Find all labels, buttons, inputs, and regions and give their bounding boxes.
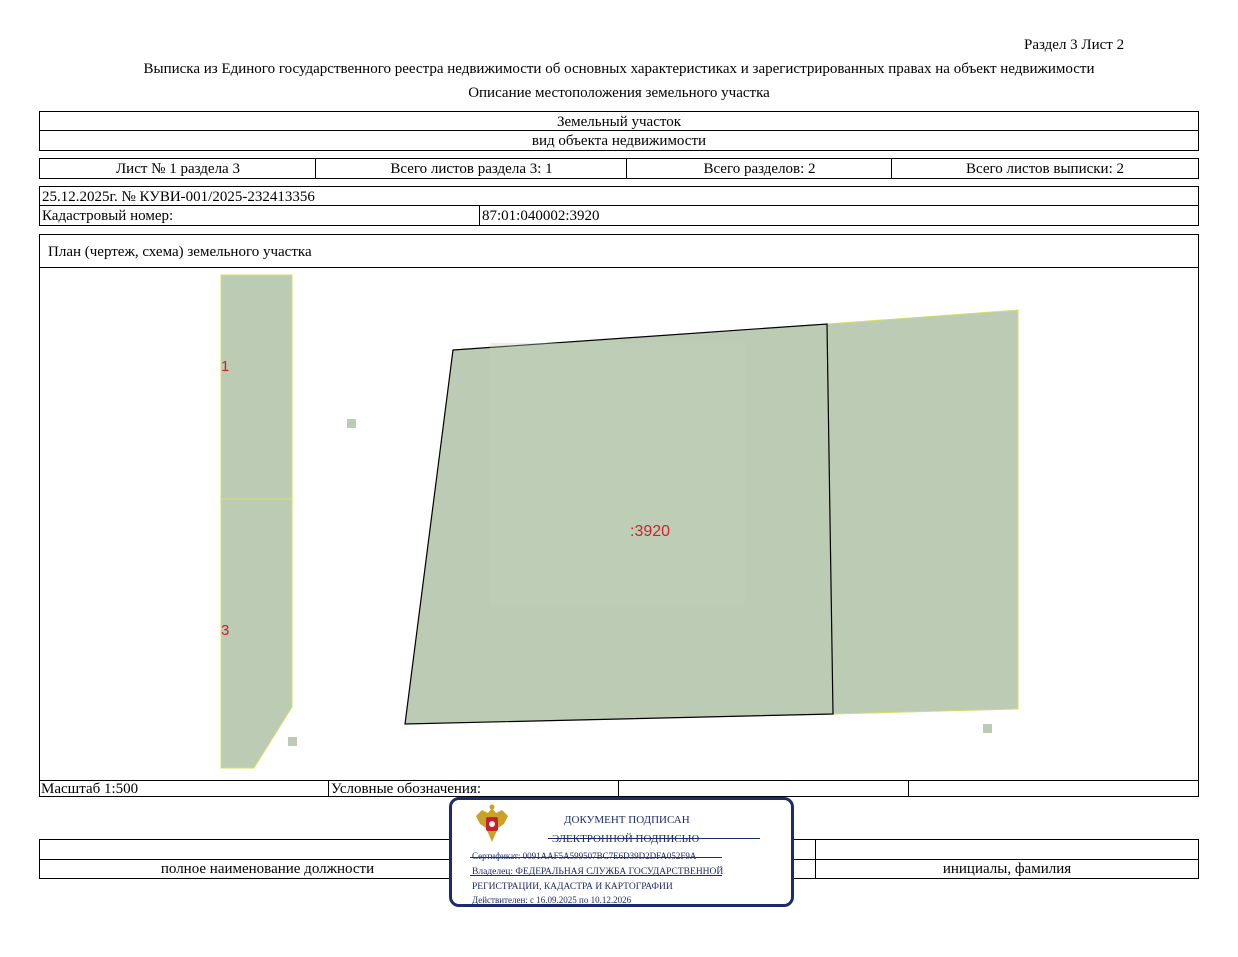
legend-label: Условные обозначения: <box>331 781 482 797</box>
total-sections: Всего разделов: 2 <box>703 161 816 177</box>
point-marker <box>347 419 356 428</box>
stamp-underline <box>548 838 760 839</box>
stamp-underline <box>470 875 722 876</box>
date-and-number: 25.12.2025г. № КУВИ-001/2025-232413356 <box>42 189 315 205</box>
object-type-caption: вид объекта недвижимости <box>531 133 707 149</box>
stamp-line1: ДОКУМЕНТ ПОДПИСАН <box>564 814 690 826</box>
object-type-value: Земельный участок <box>556 114 682 130</box>
parcel-shade <box>490 343 745 605</box>
stamp-validity: Действителен: с 16.09.2025 по 10.12.2026 <box>472 895 632 905</box>
section-sheet-label: Раздел 3 Лист 2 <box>1024 37 1125 53</box>
stamp-underline <box>470 857 722 858</box>
stamp-line2: ЭЛЕКТРОННОЙ ПОДПИСЬЮ <box>552 833 700 845</box>
e-signature-stamp: ДОКУМЕНТ ПОДПИСАН ЭЛЕКТРОННОЙ ПОДПИСЬЮ С… <box>449 797 794 907</box>
plan-drawing <box>220 274 1019 769</box>
name-caption: инициалы, фамилия <box>942 861 1072 877</box>
neighbor-label-3: 3 <box>221 622 230 639</box>
record-table: 25.12.2025г. № КУВИ-001/2025-232413356 К… <box>39 186 1199 226</box>
point-marker <box>288 737 297 746</box>
cadastral-label: Кадастровый номер: <box>42 208 174 224</box>
position-caption: полное наименование должности <box>160 861 375 877</box>
total-section-sheets: Всего листов раздела 3: 1 <box>390 161 553 177</box>
stamp-certificate: Сертификат: 0091AAF5A599507BC7E6D39D2DFA… <box>472 851 697 861</box>
cadastral-number: 87:01:040002:3920 <box>482 208 600 224</box>
coat-of-arms-icon <box>476 804 508 842</box>
document-subtitle: Описание местоположения земельного участ… <box>468 85 770 101</box>
stamp-owner-2: РЕГИСТРАЦИИ, КАДАСТРА И КАРТОГРАФИИ <box>472 882 673 892</box>
neighbor-parcel-left <box>220 274 293 769</box>
plan-frame: План (чертеж, схема) земельного участка … <box>39 234 1199 797</box>
scale-label: Масштаб 1:500 <box>41 781 139 797</box>
neighbor-parcel-right <box>826 309 1019 715</box>
sheets-row: Лист № 1 раздела 3 Всего листов раздела … <box>39 158 1199 179</box>
total-extract-sheets: Всего листов выписки: 2 <box>966 161 1124 177</box>
parcel-label: :3920 <box>630 523 671 540</box>
point-marker <box>983 724 992 733</box>
sheet-number: Лист № 1 раздела 3 <box>116 161 240 177</box>
object-type-table: Земельный участок вид объекта недвижимос… <box>39 111 1199 151</box>
neighbor-label-1: 1 <box>221 358 230 375</box>
document-title: Выписка из Единого государственного реес… <box>143 61 1095 77</box>
